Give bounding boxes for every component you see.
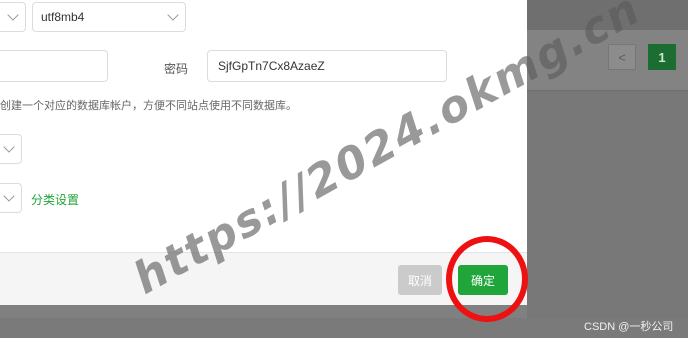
- category-settings-link[interactable]: 分类设置: [31, 191, 79, 208]
- pagination-prev-button[interactable]: <: [608, 44, 636, 70]
- chevron-down-icon: [167, 9, 179, 21]
- password-label: 密码: [164, 62, 189, 76]
- select-partial-middle[interactable]: [0, 134, 22, 164]
- cancel-button[interactable]: 取消: [398, 265, 442, 295]
- charset-value: utf8mb4: [41, 10, 85, 24]
- username-input[interactable]: [0, 50, 108, 82]
- annotation-circle: [446, 236, 528, 322]
- charset-select[interactable]: utf8mb4: [32, 2, 186, 32]
- password-value: SjfGpTn7Cx8AzaeZ: [218, 59, 325, 73]
- select-partial-top-left[interactable]: [0, 2, 26, 32]
- chevron-down-icon: [3, 141, 15, 153]
- credit-text: CSDN @一秒公司: [584, 321, 674, 333]
- account-hint-text: 创建一个对应的数据库帐户，方便不同站点使用不同数据库。: [0, 100, 297, 112]
- category-select[interactable]: [0, 183, 22, 213]
- pagination-current-page[interactable]: 1: [648, 44, 676, 70]
- chevron-down-icon: [7, 9, 19, 21]
- background-topbar: [527, 0, 688, 30]
- password-input[interactable]: SjfGpTn7Cx8AzaeZ: [207, 50, 447, 82]
- add-database-dialog: utf8mb4 密码 SjfGpTn7Cx8AzaeZ 创建一个对应的数据库帐户…: [0, 0, 527, 305]
- chevron-down-icon: [3, 190, 15, 202]
- background-content: [527, 91, 688, 318]
